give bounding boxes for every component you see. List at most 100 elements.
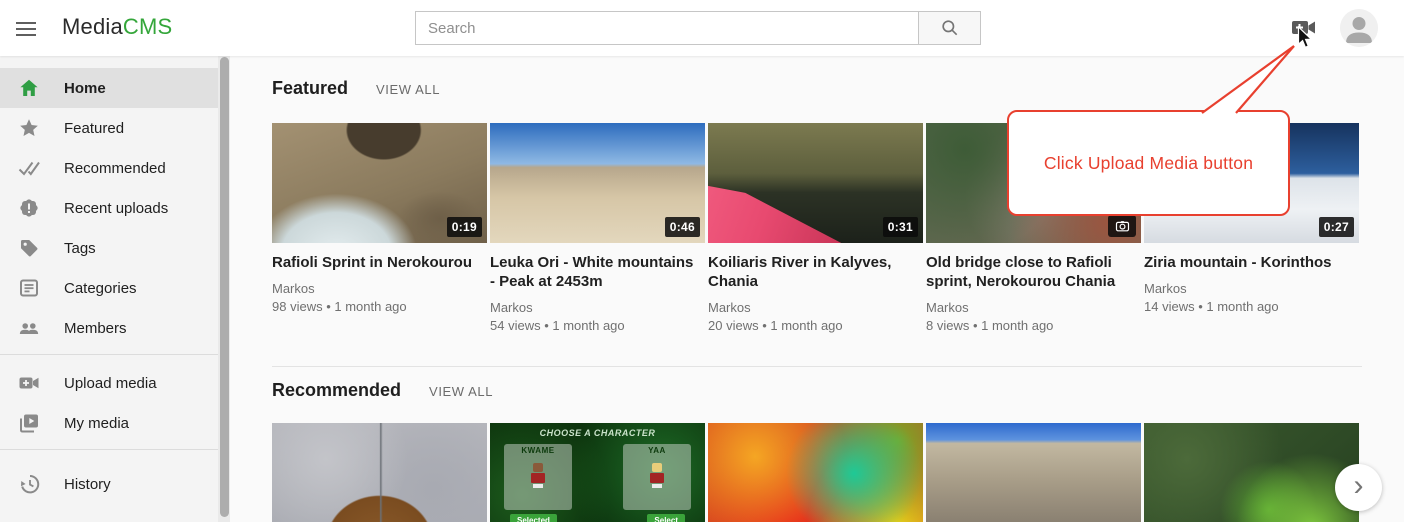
chevron-right-icon: › [1354,471,1364,501]
duration-badge: 0:46 [665,217,700,237]
media-card [1144,423,1359,522]
media-thumbnail[interactable]: 0:19 [272,123,487,243]
game-heading-text: CHOOSE A CHARACTER [490,428,705,438]
sidebar-item-tags[interactable]: Tags [0,228,218,268]
media-card [708,423,923,522]
sidebar-item-label: Home [64,80,106,97]
recommended-cards-row: CHOOSE A CHARACTER KWAME YAA Selected [272,423,1359,522]
media-meta: 14 views • 1 month ago [1144,299,1359,314]
recommended-view-all-link[interactable]: VIEW ALL [429,384,493,399]
sidebar-item-label: Featured [64,120,124,137]
new-releases-icon [17,196,41,220]
media-title[interactable]: Leuka Ori - White mountains - Peak at 24… [490,253,696,291]
sidebar-item-upload-media[interactable]: Upload media [0,363,218,403]
media-author[interactable]: Markos [272,281,487,296]
game-character-panel: KWAME [504,444,572,510]
duration-badge: 0:27 [1319,217,1354,237]
person-silhouette-icon [1340,9,1378,47]
sidebar-item-featured[interactable]: Featured [0,108,218,148]
camera-icon [1115,220,1130,232]
video-camera-plus-icon [1290,16,1318,40]
media-thumbnail[interactable] [926,423,1141,522]
sidebar-item-label: Upload media [64,375,157,392]
upload-media-button[interactable] [1290,16,1318,40]
video-camera-plus-icon [17,371,41,395]
mediacms-logo[interactable]: MediaCMS [62,14,172,40]
sidebar: Home Featured Recommended Recent uploads [0,56,230,522]
media-title[interactable]: Ziria mountain - Korinthos [1144,253,1350,272]
featured-view-all-link[interactable]: VIEW ALL [376,82,440,97]
sidebar-divider [0,354,218,355]
media-title[interactable]: Old bridge close to Rafioli sprint, Nero… [926,253,1132,291]
sidebar-item-label: Recent uploads [64,200,168,217]
media-meta: 54 views • 1 month ago [490,318,705,333]
categories-icon [17,276,41,300]
search-icon [940,18,960,38]
search-bar [415,11,981,45]
star-icon [17,116,41,140]
sidebar-divider [0,449,218,450]
sidebar-item-label: Tags [64,240,96,257]
media-thumbnail[interactable]: 0:31 [708,123,923,243]
sidebar-item-history[interactable]: History [0,464,218,504]
media-author[interactable]: Markos [490,300,705,315]
search-button[interactable] [918,11,981,45]
photo-type-badge [1108,215,1136,237]
sidebar-item-my-media[interactable]: My media [0,403,218,443]
recommended-section-title: Recommended [272,380,401,401]
duration-badge: 0:31 [883,217,918,237]
game-character-sprite [531,463,545,487]
top-header: MediaCMS [0,0,1404,56]
media-card: 0:31 Koiliaris River in Kalyves, Chania … [708,123,923,333]
sidebar-scrollbar-track[interactable] [218,56,230,522]
game-character-sprite [650,463,664,487]
media-card [926,423,1141,522]
tag-icon [17,236,41,260]
brand-cms: CMS [123,14,173,39]
carousel-next-button[interactable]: › [1335,464,1382,511]
game-thumb-overlay: CHOOSE A CHARACTER KWAME YAA Selected [490,423,705,522]
media-author[interactable]: Markos [926,300,1141,315]
media-title[interactable]: Koiliaris River in Kalyves, Chania [708,253,914,291]
search-input[interactable] [415,11,918,45]
media-card [272,423,487,522]
video-library-icon [17,411,41,435]
game-selected-button: Selected [510,514,557,522]
sidebar-item-recommended[interactable]: Recommended [0,148,218,188]
game-character-panel: YAA [623,444,691,510]
sidebar-item-recent-uploads[interactable]: Recent uploads [0,188,218,228]
media-card: 0:19 Rafioli Sprint in Nerokourou Markos… [272,123,487,333]
media-meta: 98 views • 1 month ago [272,299,487,314]
sidebar-item-members[interactable]: Members [0,308,218,348]
sidebar-item-categories[interactable]: Categories [0,268,218,308]
media-meta: 20 views • 1 month ago [708,318,923,333]
sidebar-item-label: My media [64,415,129,432]
double-check-icon [17,156,41,180]
media-author[interactable]: Markos [708,300,923,315]
hamburger-menu-icon[interactable] [16,18,38,38]
media-thumbnail[interactable] [272,423,487,522]
home-icon [17,76,41,100]
media-thumbnail[interactable]: CHOOSE A CHARACTER KWAME YAA Selected [490,423,705,522]
media-thumbnail[interactable] [708,423,923,522]
sidebar-item-label: Recommended [64,160,166,177]
media-meta: 8 views • 1 month ago [926,318,1141,333]
history-clock-icon [17,472,41,496]
brand-media: Media [62,14,123,39]
media-card: CHOOSE A CHARACTER KWAME YAA Selected [490,423,705,522]
sidebar-item-label: Members [64,320,127,337]
members-icon [17,316,41,340]
section-divider [272,366,1362,367]
user-avatar[interactable] [1340,9,1378,47]
game-select-button: Select [647,514,685,522]
game-character-name: YAA [623,446,691,455]
featured-section-title: Featured [272,78,348,99]
media-thumbnail[interactable] [1144,423,1359,522]
sidebar-item-home[interactable]: Home [0,68,218,108]
media-author[interactable]: Markos [1144,281,1359,296]
media-card: 0:46 Leuka Ori - White mountains - Peak … [490,123,705,333]
game-character-name: KWAME [504,446,572,455]
media-thumbnail[interactable]: 0:46 [490,123,705,243]
media-title[interactable]: Rafioli Sprint in Nerokourou [272,253,478,272]
sidebar-scrollbar-thumb[interactable] [220,57,229,517]
